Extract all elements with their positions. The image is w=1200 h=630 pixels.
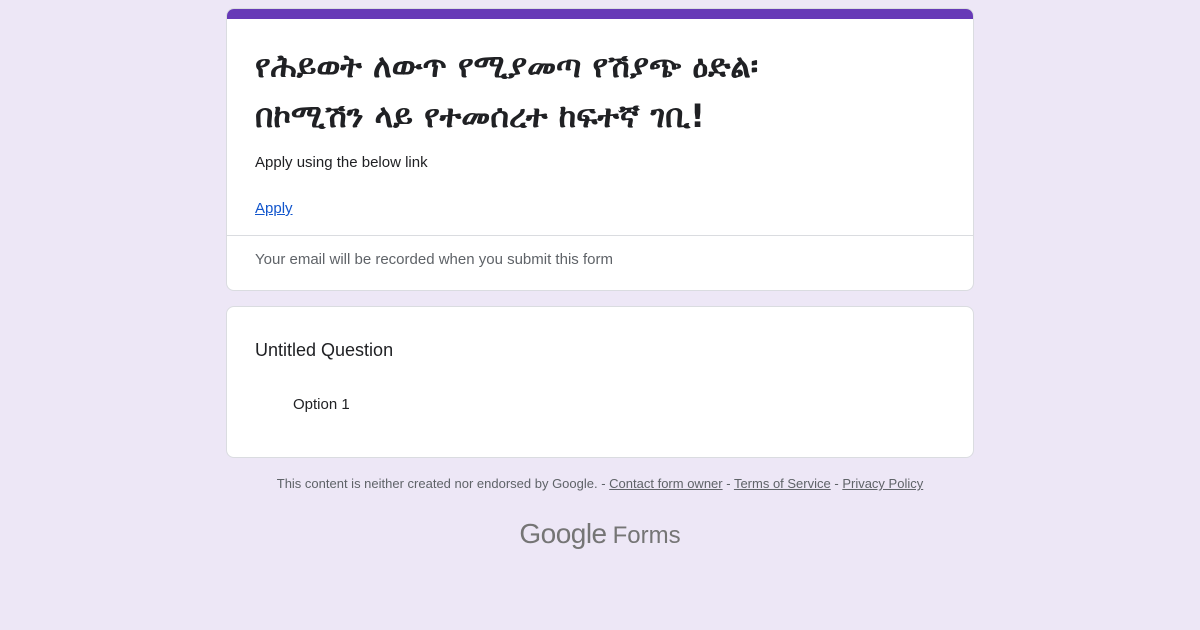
accent-bar xyxy=(227,9,973,19)
page: የሕይወት ለውጥ የሚያመጣ የሽያጭ ዕድል፡ በኮሚሽን ላይ የተመሰረ… xyxy=(0,0,1200,630)
footer-disclaimer: This content is neither created nor endo… xyxy=(276,476,598,491)
footer-separator: - xyxy=(722,476,734,491)
question-title: Untitled Question xyxy=(255,340,394,360)
contact-form-owner-link[interactable]: Contact form owner xyxy=(609,476,722,491)
form-title-line-2: በኮሚሽን ላይ የተመሰረተ ከፍተኛ ገቢ! xyxy=(255,97,705,135)
option-1[interactable]: Option 1 xyxy=(293,395,350,415)
form-title: የሕይወት ለውጥ የሚያመጣ የሽያጭ ዕድል፡ በኮሚሽን ላይ የተመሰረ… xyxy=(255,41,945,141)
google-forms-logo[interactable]: Google Forms xyxy=(0,514,1200,559)
form-header-card: የሕይወት ለውጥ የሚያመጣ የሽያጭ ዕድል፡ በኮሚሽን ላይ የተመሰረ… xyxy=(226,8,974,291)
form-title-line-1: የሕይወት ለውጥ የሚያመጣ የሽያጭ ዕድል፡ xyxy=(255,47,759,85)
privacy-policy-link[interactable]: Privacy Policy xyxy=(842,476,923,491)
form-description: Apply using the below link xyxy=(255,154,428,171)
forms-wordmark: Forms xyxy=(612,522,681,549)
apply-link[interactable]: Apply xyxy=(255,199,293,219)
footer: This content is neither created nor endo… xyxy=(0,475,1200,493)
google-wordmark: Google xyxy=(519,518,607,549)
terms-of-service-link[interactable]: Terms of Service xyxy=(734,476,831,491)
divider xyxy=(227,235,973,236)
footer-separator: - xyxy=(830,476,843,491)
question-card: Untitled Question Option 1 xyxy=(226,306,974,458)
email-notice: Your email will be recorded when you sub… xyxy=(255,251,613,268)
footer-separator: - xyxy=(597,476,610,491)
